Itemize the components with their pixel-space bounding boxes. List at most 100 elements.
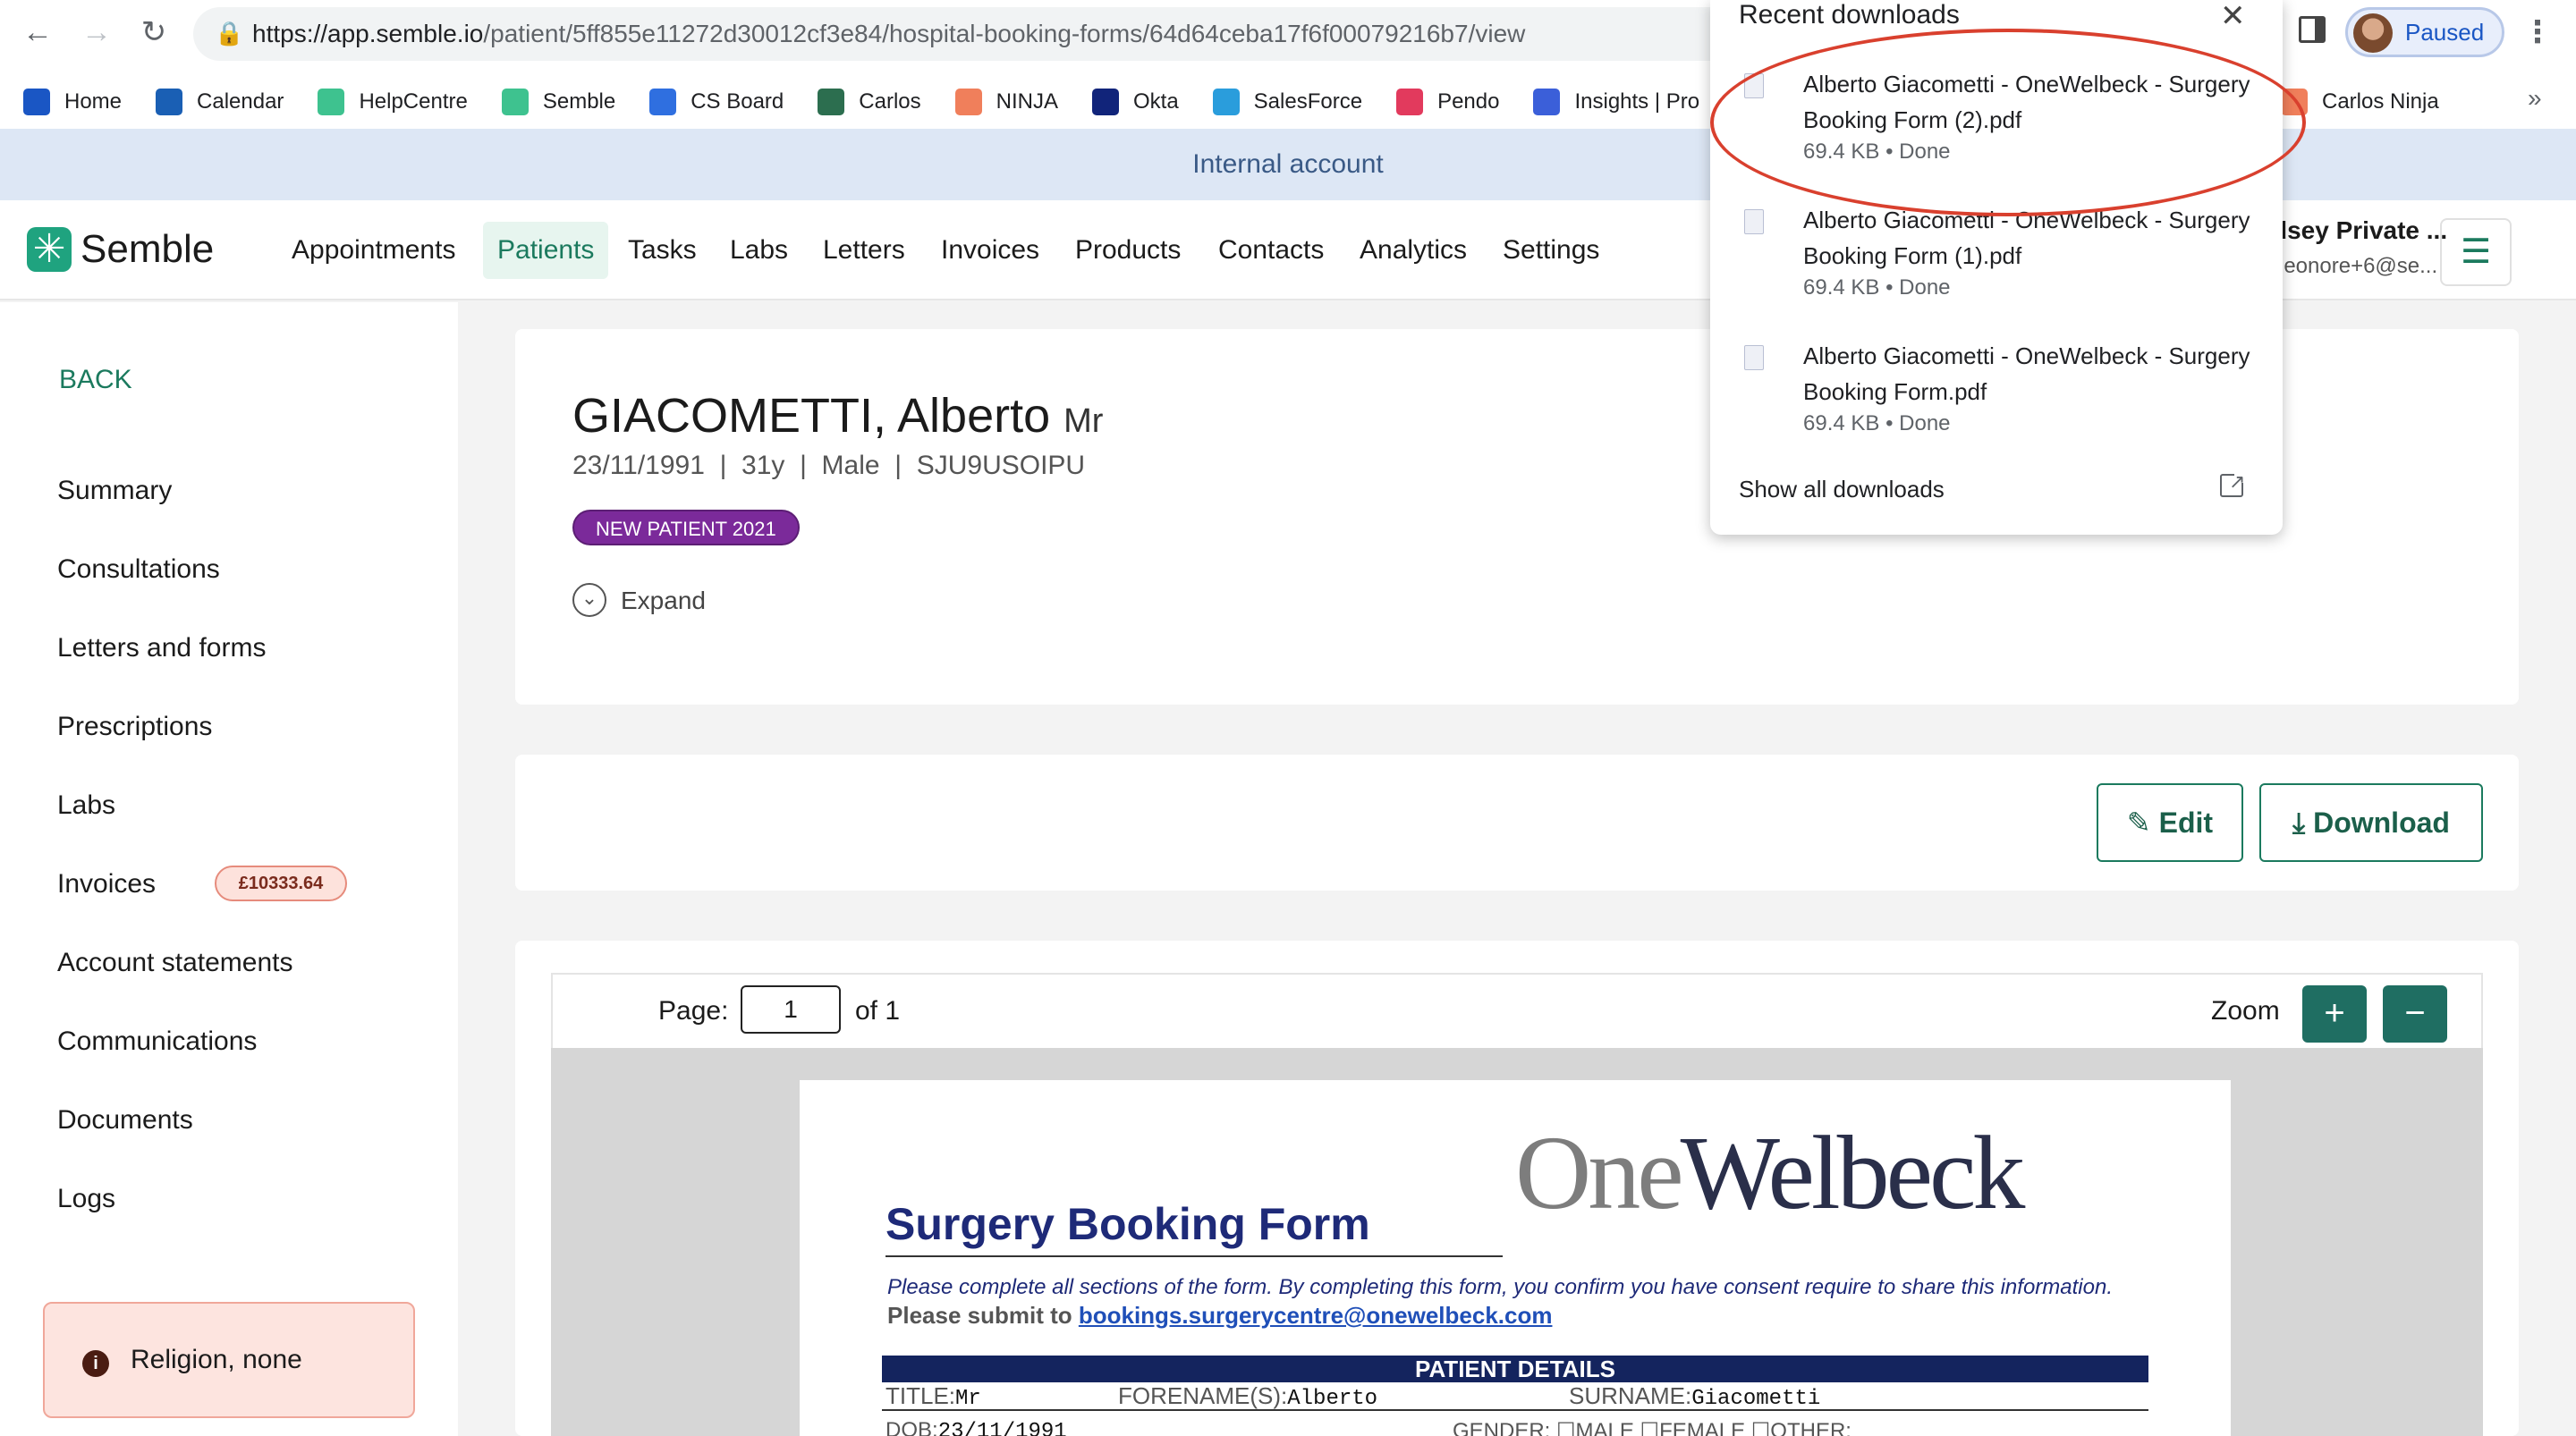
bookmarks-overflow-button[interactable]: » xyxy=(2528,84,2542,113)
patient-fullname: GIACOMETTI, Alberto xyxy=(572,389,1051,443)
invoice-balance-badge: £10333.64 xyxy=(215,866,347,901)
bookmark-item[interactable]: HelpCentre xyxy=(318,89,468,115)
sidebar-item-letters-and-forms[interactable]: Letters and forms xyxy=(57,633,266,663)
home-icon xyxy=(23,89,50,115)
sidebar-item-documents[interactable]: Documents xyxy=(57,1105,193,1136)
sidebar-item-consultations[interactable]: Consultations xyxy=(57,554,220,585)
bookmark-item[interactable]: Okta xyxy=(1091,89,1179,115)
dob-field: DOB:23/11/1991 xyxy=(886,1418,1067,1436)
bookmark-label: NINJA xyxy=(996,89,1058,114)
user-name[interactable]: dsey Private ... xyxy=(2272,216,2447,245)
semble-logo-icon[interactable]: ✳ xyxy=(27,227,72,272)
calendar-icon xyxy=(156,89,183,115)
dob-field-label: DOB: xyxy=(886,1418,938,1436)
logo-welbeck: Welbeck xyxy=(1680,1114,2026,1231)
surname-field: SURNAME:Giacometti xyxy=(1569,1382,1820,1411)
url-text: https://app.semble.io/patient/5ff855e112… xyxy=(252,20,1525,48)
bookmark-item[interactable]: Semble xyxy=(501,89,615,115)
pdf-page: OneWelbeck Surgery Booking Form Please c… xyxy=(800,1080,2231,1436)
show-all-downloads-link[interactable]: Show all downloads xyxy=(1739,476,1945,503)
bookmark-label: CS Board xyxy=(691,89,784,114)
back-arrow-icon[interactable]: ← xyxy=(18,13,57,52)
edit-label: Edit xyxy=(2158,807,2214,839)
patient-meta: 23/11/1991 | 31y | Male | SJU9USOIPU xyxy=(572,451,1086,480)
bookmark-label: Pendo xyxy=(1437,89,1500,114)
zoom-in-button[interactable]: + xyxy=(2302,985,2367,1043)
browser-menu-icon[interactable]: ⋮ xyxy=(2522,14,2553,50)
semble-icon xyxy=(318,89,345,115)
nav-item-labs[interactable]: Labs xyxy=(716,222,802,279)
forward-arrow-icon[interactable]: → xyxy=(77,13,116,52)
nav-item-settings[interactable]: Settings xyxy=(1488,222,1614,279)
bookmark-item[interactable]: Home xyxy=(23,89,122,115)
nav-item-analytics[interactable]: Analytics xyxy=(1345,222,1481,279)
nav-item-products[interactable]: Products xyxy=(1061,222,1195,279)
bookmark-item[interactable]: SalesForce xyxy=(1212,89,1363,115)
sidebar-item-summary[interactable]: Summary xyxy=(57,476,172,506)
surname-field-label: SURNAME: xyxy=(1569,1382,1692,1409)
bookmark-item[interactable]: Pendo xyxy=(1396,89,1499,115)
nav-item-invoices[interactable]: Invoices xyxy=(927,222,1054,279)
download-item[interactable]: Alberto Giacometti - OneWelbeck - Surger… xyxy=(1710,322,2283,458)
reload-icon[interactable]: ↻ xyxy=(134,13,174,52)
semble-icon xyxy=(501,89,529,115)
pdf-canvas[interactable]: OneWelbeck Surgery Booking Form Please c… xyxy=(551,1048,2483,1436)
ninja-icon xyxy=(954,89,982,115)
sidebar-item-communications[interactable]: Communications xyxy=(57,1026,257,1057)
sidebar-item-prescriptions[interactable]: Prescriptions xyxy=(57,712,212,742)
download-filename: Alberto Giacometti - OneWelbeck - Surger… xyxy=(1803,342,2250,405)
insights-icon xyxy=(1533,89,1561,115)
title-underline xyxy=(886,1255,1503,1257)
expand-button[interactable]: Expand xyxy=(621,587,706,615)
forename-field: FORENAME(S):Alberto xyxy=(1118,1382,1377,1411)
gender-field: GENDER: ☐MALE ☐FEMALE ☐OTHER: xyxy=(1453,1419,1852,1436)
nav-item-tasks[interactable]: Tasks xyxy=(614,222,711,279)
bookmark-item[interactable]: Carlos Ninja xyxy=(2281,89,2439,115)
bookmark-item[interactable]: NINJA xyxy=(954,89,1058,115)
form-instructions: Please complete all sections of the form… xyxy=(887,1275,2113,1299)
sidebar-item-account-statements[interactable]: Account statements xyxy=(57,948,292,978)
nav-item-appointments[interactable]: Appointments xyxy=(277,222,470,279)
chevron-down-icon[interactable]: ⌄ xyxy=(572,583,606,617)
pendo-icon xyxy=(1396,89,1424,115)
forename-field-label: FORENAME(S): xyxy=(1118,1382,1288,1409)
sidebar-item-labs[interactable]: Labs xyxy=(57,790,115,821)
sidebar-item-invoices[interactable]: Invoices xyxy=(57,869,156,900)
hamburger-menu-icon[interactable]: ☰ xyxy=(2440,218,2512,286)
side-panel-icon[interactable] xyxy=(2299,16,2326,43)
profile-status: Paused xyxy=(2405,19,2485,46)
profile-button[interactable]: Paused xyxy=(2345,7,2504,57)
onewelbeck-logo: OneWelbeck xyxy=(1515,1112,2026,1234)
download-button[interactable]: ⤓ Download xyxy=(2259,783,2483,862)
bookmark-item[interactable]: Insights | Pro xyxy=(1533,89,1699,115)
close-icon[interactable]: ✕ xyxy=(2220,0,2246,34)
bookmark-item[interactable]: CS Board xyxy=(649,89,784,115)
religion-alert-text: Religion, none xyxy=(131,1345,302,1374)
bookmark-label: Okta xyxy=(1132,89,1179,114)
bookmark-label: Home xyxy=(64,89,123,114)
patient-label-tag: NEW PATIENT 2021 xyxy=(572,510,800,545)
page-number-input[interactable]: 1 xyxy=(741,985,841,1034)
edit-button[interactable]: ✎ Edit xyxy=(2097,783,2243,862)
external-arrow-icon: ↗ xyxy=(2229,470,2246,493)
semble-logo-text[interactable]: Semble xyxy=(80,227,214,272)
nav-item-contacts[interactable]: Contacts xyxy=(1204,222,1338,279)
bookmark-label: SalesForce xyxy=(1253,89,1363,114)
religion-alert: i Religion, none xyxy=(43,1302,415,1418)
surname-field-value: Giacometti xyxy=(1691,1387,1821,1411)
address-bar[interactable]: 🔒 https://app.semble.io/patient/5ff855e1… xyxy=(193,7,1750,61)
form-actions-card: ✎ Edit ⤓ Download xyxy=(515,755,2519,891)
nav-item-letters[interactable]: Letters xyxy=(809,222,919,279)
bookmark-item[interactable]: Carlos xyxy=(818,89,921,115)
highlight-annotation xyxy=(1710,29,2306,216)
submit-email-link[interactable]: bookings.surgerycentre@onewelbeck.com xyxy=(1079,1302,1553,1329)
bookmark-label: Calendar xyxy=(197,89,284,114)
bookmark-item[interactable]: Calendar xyxy=(156,89,284,115)
zoom-out-button[interactable]: − xyxy=(2383,985,2447,1043)
page-count: of 1 xyxy=(855,996,901,1026)
download-label: Download xyxy=(2313,807,2450,839)
back-link[interactable]: BACK xyxy=(59,365,132,395)
nav-item-patients[interactable]: Patients xyxy=(483,222,609,279)
sheet-icon xyxy=(818,89,845,115)
sidebar-item-logs[interactable]: Logs xyxy=(57,1184,115,1214)
